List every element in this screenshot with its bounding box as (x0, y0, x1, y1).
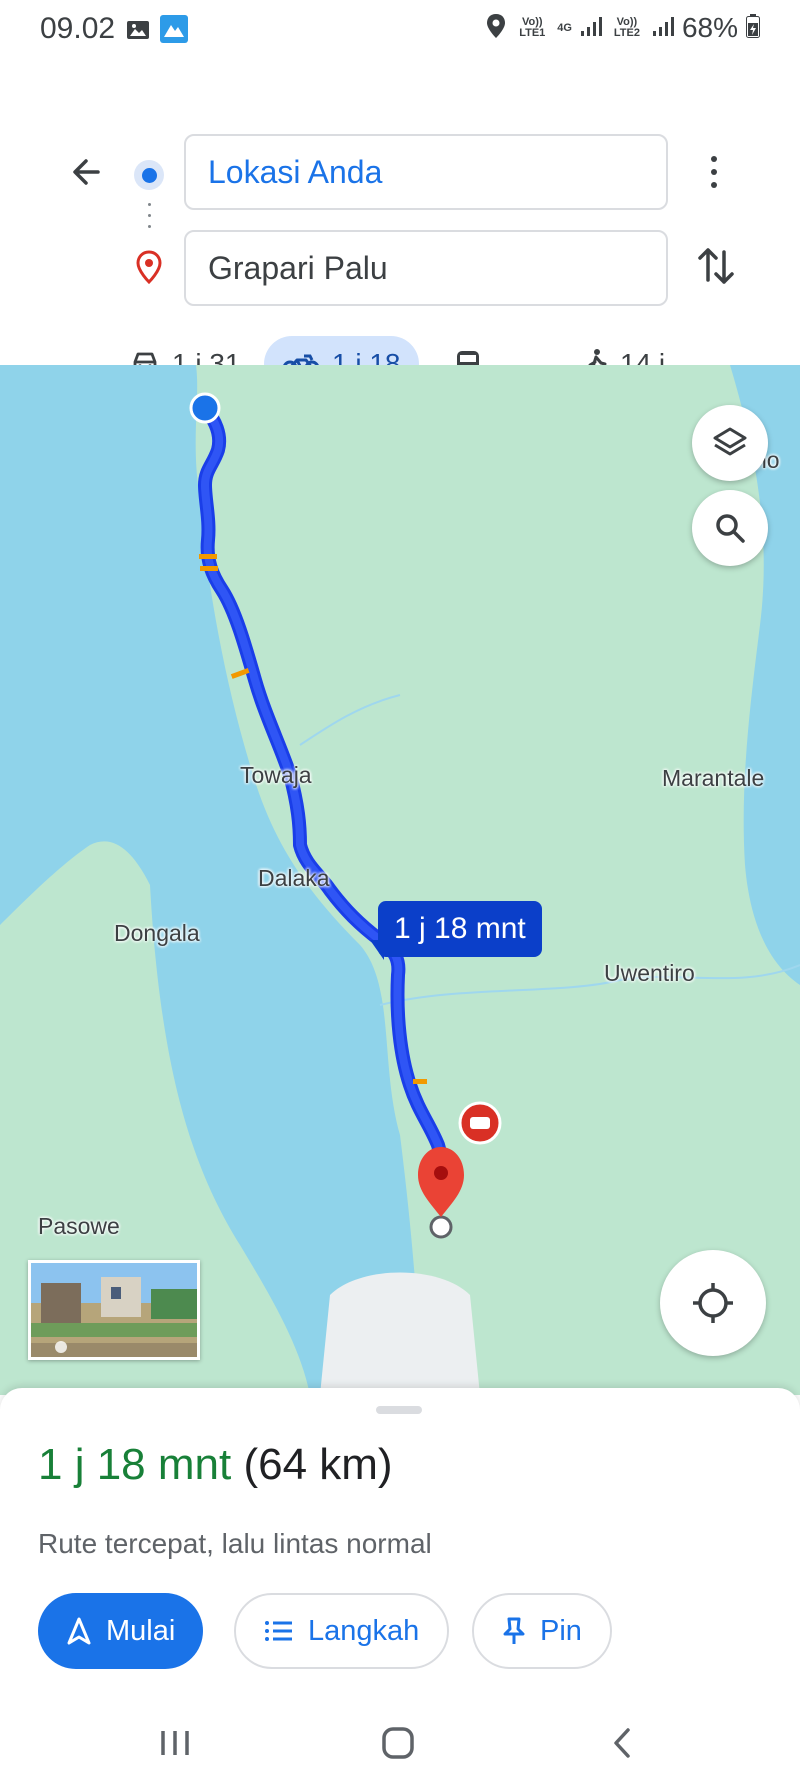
back-button[interactable] (62, 148, 110, 196)
recents-button[interactable] (145, 1718, 205, 1768)
home-icon (382, 1727, 414, 1759)
search-icon (716, 514, 745, 543)
home-button[interactable] (368, 1718, 428, 1768)
map-label-dalaka: Dalaka (258, 865, 330, 891)
map-view[interactable]: Lemo Towaja Dalaka Dongala Marantale Uwe… (0, 365, 800, 1395)
status-time: 09.02 (40, 12, 116, 45)
gallery-icon (126, 18, 150, 47)
route-connector (148, 203, 151, 236)
signal-icon (580, 15, 602, 42)
start-button-label: Mulai (106, 1614, 176, 1647)
chevron-left-icon (614, 1728, 630, 1758)
network-label: 4G (557, 21, 572, 34)
directions-header: Lokasi Anda Grapari Palu 1 j 31 1 j 18 —… (0, 60, 800, 392)
swap-icon (698, 248, 734, 284)
map-label-towaja: Towaja (240, 762, 312, 788)
pin-button-label: Pin (540, 1614, 582, 1647)
route-duration: 1 j 18 mnt (38, 1440, 232, 1489)
my-location-button[interactable] (660, 1250, 766, 1356)
status-indicators: Vo)) LTE1 4G Vo)) LTE2 68% (485, 12, 760, 44)
layers-icon (713, 427, 747, 456)
route-duration-bubble[interactable]: 1 j 18 mnt (378, 901, 542, 957)
sim2-label: Vo)) LTE2 (613, 16, 640, 39)
destination-pin-icon (134, 250, 164, 289)
origin-input[interactable]: Lokasi Anda (184, 134, 668, 210)
crosshair-icon (693, 1283, 733, 1323)
sheet-drag-handle[interactable] (376, 1406, 422, 1414)
route-summary: 1 j 18 mnt (64 km) (38, 1440, 393, 1490)
arrow-left-icon (73, 159, 100, 185)
status-bar: 09.02 Vo)) LTE1 4G Vo)) LTE2 68% (0, 0, 800, 60)
street-view-image (31, 1263, 197, 1357)
town-area (320, 1272, 480, 1395)
destination-marker (418, 1147, 464, 1217)
origin-dot-icon (134, 160, 164, 190)
destination-input[interactable]: Grapari Palu (184, 230, 668, 306)
steps-button[interactable]: Langkah (234, 1593, 450, 1669)
battery-icon (746, 13, 760, 43)
start-button[interactable]: Mulai (38, 1593, 204, 1669)
map-label-marantale: Marantale (662, 765, 765, 791)
layers-button[interactable] (692, 405, 768, 481)
pin-button[interactable]: Pin (472, 1593, 612, 1669)
route-description: Rute tercepat, lalu lintas normal (38, 1528, 432, 1559)
map-label-dongala: Dongala (114, 920, 200, 946)
app-icon (160, 15, 188, 48)
pin-icon (503, 1617, 525, 1644)
system-back-button[interactable] (592, 1718, 652, 1768)
street-view-thumbnail[interactable] (28, 1260, 200, 1360)
map-canvas (0, 365, 800, 1395)
origin-marker (189, 392, 221, 424)
recents-icon (161, 1731, 189, 1755)
sim1-label: Vo)) LTE1 (519, 16, 546, 39)
route-summary-sheet: 1 j 18 mnt (64 km) Rute tercepat, lalu l… (0, 1388, 800, 1708)
map-label-pasowe: Pasowe (38, 1213, 120, 1239)
signal-icon (652, 15, 674, 42)
battery-percentage: 68% (681, 12, 738, 43)
route-distance: (64 km) (243, 1440, 393, 1489)
system-navigation-bar (0, 1708, 800, 1778)
steps-button-label: Langkah (308, 1614, 420, 1647)
map-label-uwentiro: Uwentiro (604, 960, 695, 986)
more-options-button[interactable] (698, 152, 730, 192)
swap-directions-button[interactable] (694, 242, 738, 290)
list-icon (265, 1621, 292, 1641)
location-icon (485, 13, 507, 44)
navigation-arrow-icon (67, 1617, 91, 1645)
map-search-button[interactable] (692, 490, 768, 566)
